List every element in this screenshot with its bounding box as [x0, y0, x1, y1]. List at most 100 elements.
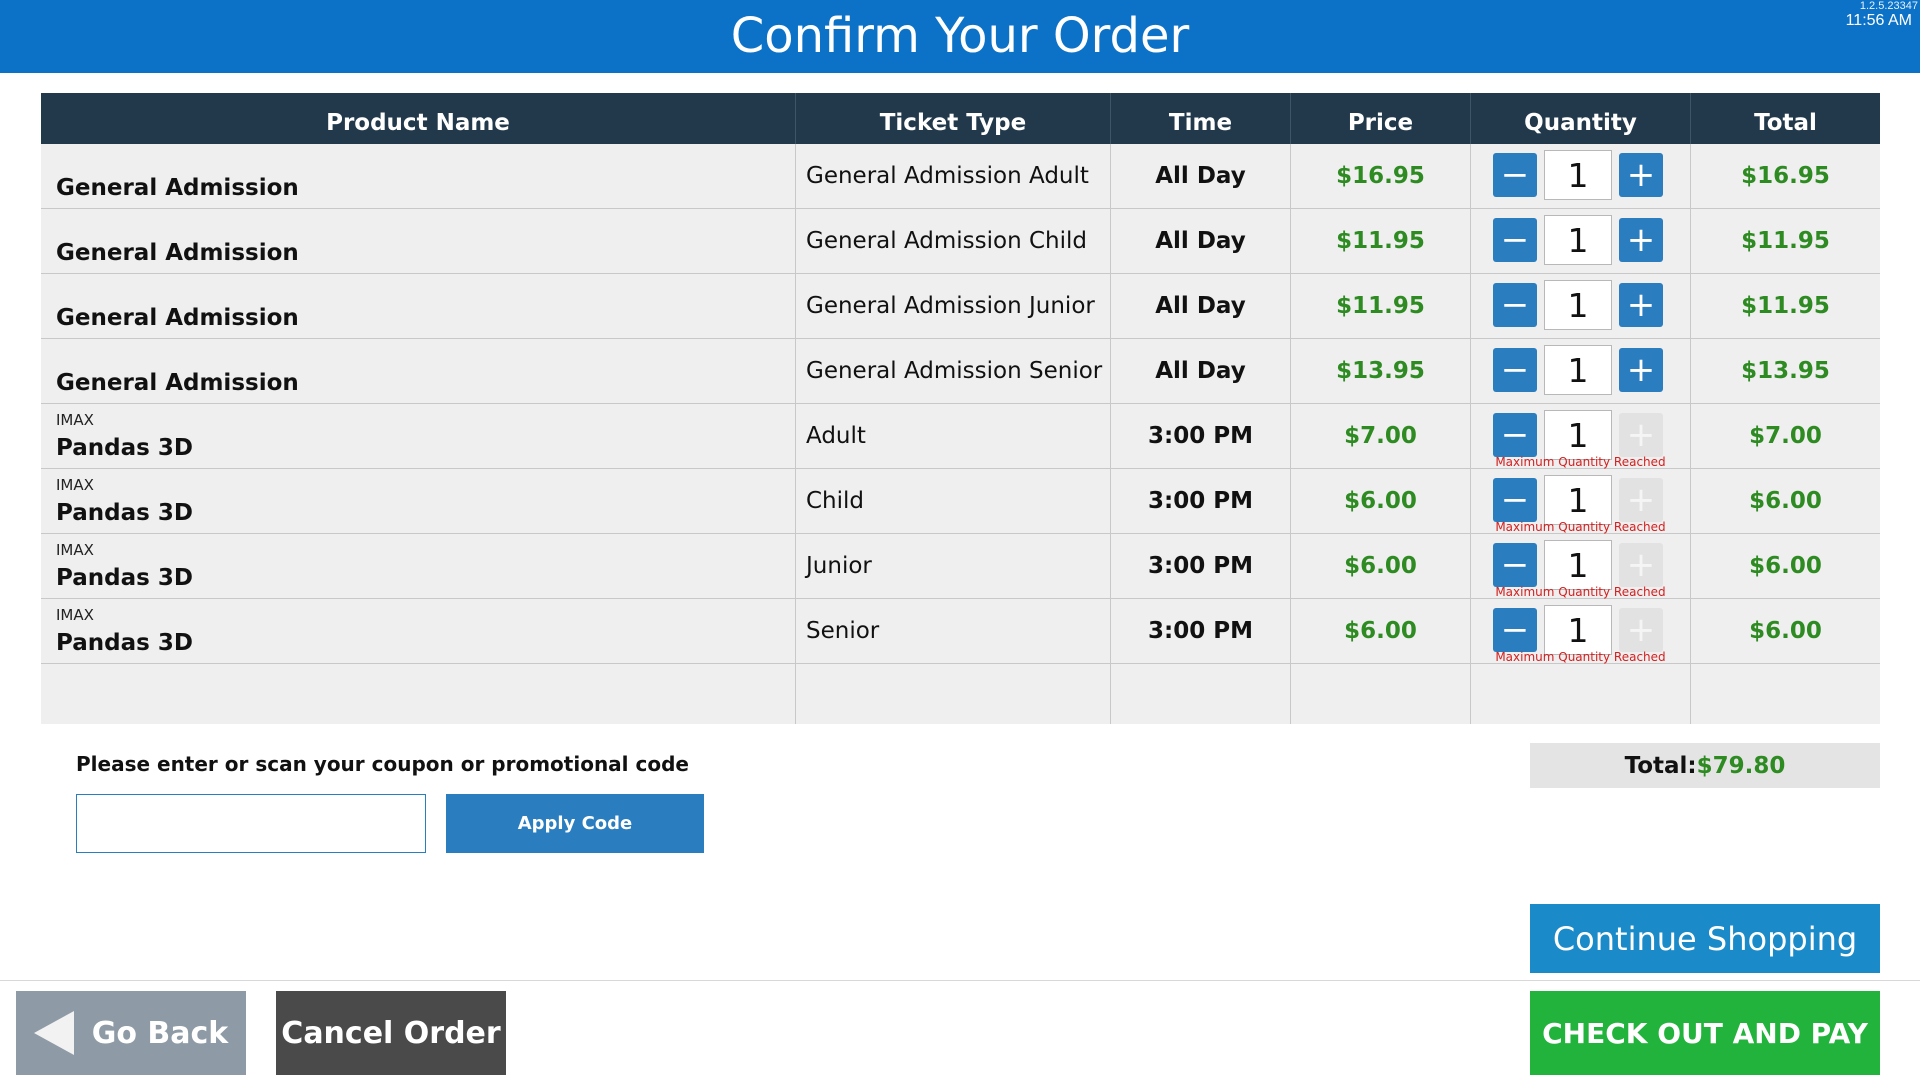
quantity-cell: −1 + Maximum Quantity Reached [1471, 534, 1691, 599]
total-cell: $6.00 [1749, 553, 1822, 579]
order-total: Total: $79.80 [1530, 743, 1880, 788]
quantity-value: 1 [1544, 215, 1612, 265]
ticket-type-cell: General Admission Adult [796, 144, 1111, 208]
coupon-label: Please enter or scan your coupon or prom… [76, 752, 689, 776]
total-cell: $6.00 [1749, 488, 1822, 514]
page-header: Confirm Your Order 1.2.5.23347 11:56 AM [0, 0, 1920, 73]
back-arrow-icon [33, 1011, 74, 1055]
table-row-empty [41, 664, 1880, 724]
decrease-quantity-button[interactable]: − [1493, 283, 1537, 327]
quantity-stepper: −1 + [1493, 345, 1663, 395]
empty-cell [1111, 664, 1291, 724]
total-cell: $11.95 [1741, 228, 1830, 254]
ticket-type: General Admission Senior [806, 358, 1103, 384]
decrease-quantity-button[interactable]: − [1493, 218, 1537, 262]
max-quantity-message: Maximum Quantity Reached [1495, 585, 1666, 599]
time-cell: All Day [1111, 144, 1291, 208]
ticket-type: Child [806, 488, 865, 514]
apply-code-button[interactable]: Apply Code [446, 794, 704, 853]
ticket-type-cell: General Admission Child [796, 209, 1111, 273]
table-row: IMAX Pandas 3D Junior 3:00 PM $6.00 −1 + Maximu… [41, 534, 1880, 599]
version-label: 1.2.5.23347 [1859, 0, 1918, 12]
ticket-type-cell: Adult [796, 404, 1111, 468]
order-table: Product Name Ticket Type Time Price Quan… [41, 93, 1880, 724]
empty-cell [41, 664, 796, 724]
column-header-total: Total [1754, 110, 1817, 136]
max-quantity-message: Maximum Quantity Reached [1495, 455, 1666, 469]
price-cell: $7.00 [1291, 404, 1471, 468]
decrease-quantity-button[interactable]: − [1493, 348, 1537, 392]
price-cell: $11.95 [1291, 274, 1471, 338]
table-row: IMAX Pandas 3D Adult 3:00 PM $7.00−1 + Maximum… [41, 404, 1880, 469]
increase-quantity-button: + [1619, 543, 1663, 587]
column-header-ticket-type: Ticket Type [796, 93, 1111, 144]
ticket-type-cell: Child [796, 469, 1111, 533]
product-cell: General Admission [41, 274, 796, 338]
quantity-cell: −1 + [1471, 274, 1691, 338]
product-cell: IMAX Pandas 3D [41, 404, 796, 468]
footer-divider [0, 980, 1920, 981]
increase-quantity-button[interactable]: + [1619, 283, 1663, 327]
quantity-value: 1 [1544, 150, 1612, 200]
ticket-type: General Admission Child [806, 228, 1088, 254]
product-name: Pandas 3D [56, 565, 193, 591]
ticket-type: General Admission Junior [806, 293, 1095, 319]
checkout-button[interactable]: CHECK OUT AND PAY [1530, 991, 1880, 1075]
order-total-value: $79.80 [1696, 752, 1786, 779]
quantity-stepper: −1 + [1493, 540, 1663, 590]
total-cell: $16.95 [1741, 163, 1830, 189]
product-name: General Admission [56, 240, 299, 266]
quantity-cell: −1 + [1471, 144, 1691, 208]
increase-quantity-button[interactable]: + [1619, 218, 1663, 262]
total-cell: $11.95 [1741, 293, 1830, 319]
continue-shopping-button[interactable]: Continue Shopping [1530, 904, 1880, 973]
quantity-stepper: −1 + [1493, 475, 1663, 525]
column-header-price: Price [1291, 93, 1471, 144]
increase-quantity-button[interactable]: + [1619, 153, 1663, 197]
product-cell: IMAX Pandas 3D [41, 599, 796, 663]
column-header-product: Product Name [41, 93, 796, 144]
decrease-quantity-button[interactable]: − [1493, 608, 1537, 652]
ticket-type: Senior [806, 618, 880, 644]
ticket-type: Junior [806, 553, 872, 579]
go-back-button[interactable]: Go Back [16, 991, 246, 1075]
decrease-quantity-button[interactable]: − [1493, 478, 1537, 522]
total-cell: $7.00 [1749, 423, 1822, 449]
decrease-quantity-button[interactable]: − [1493, 413, 1537, 457]
increase-quantity-button: + [1619, 608, 1663, 652]
quantity-cell: −1 + Maximum Quantity Reached [1471, 599, 1691, 664]
product-cell: General Admission [41, 144, 796, 208]
empty-cell [1471, 664, 1691, 724]
time-cell: 3:00 PM [1111, 599, 1291, 663]
time-cell: All Day [1111, 339, 1291, 403]
ticket-type: Adult [806, 423, 866, 449]
time-cell: 3:00 PM [1111, 469, 1291, 533]
quantity-cell: −1 + [1471, 209, 1691, 273]
product-name: General Admission [56, 175, 299, 201]
increase-quantity-button[interactable]: + [1619, 348, 1663, 392]
total-cell: $6.00 [1749, 618, 1822, 644]
product-cell: IMAX Pandas 3D [41, 534, 796, 598]
go-back-label: Go Back [91, 1015, 229, 1051]
price-cell: $16.95 [1291, 144, 1471, 208]
decrease-quantity-button[interactable]: − [1493, 153, 1537, 197]
ticket-type: General Admission Adult [806, 163, 1089, 189]
column-header-quantity: Quantity [1471, 93, 1691, 144]
cancel-order-button[interactable]: Cancel Order [276, 991, 506, 1075]
quantity-value: 1 [1544, 540, 1612, 590]
table-row: General Admission General Admission Senio… [41, 339, 1880, 404]
total-cell: $13.95 [1741, 358, 1830, 384]
price-cell: $13.95 [1291, 339, 1471, 403]
coupon-input[interactable] [76, 794, 426, 853]
quantity-stepper: −1 + [1493, 215, 1663, 265]
ticket-type-cell: General Admission Senior [796, 339, 1111, 403]
time-cell: 3:00 PM [1111, 534, 1291, 598]
price-cell: $11.95 [1291, 209, 1471, 273]
product-cell: General Admission [41, 209, 796, 273]
price-cell: $6.00 [1291, 469, 1471, 533]
quantity-stepper: −1 + [1493, 150, 1663, 200]
quantity-value: 1 [1544, 605, 1612, 655]
ticket-type-cell: Junior [796, 534, 1111, 598]
product-category: IMAX [56, 541, 94, 559]
decrease-quantity-button[interactable]: − [1493, 543, 1537, 587]
